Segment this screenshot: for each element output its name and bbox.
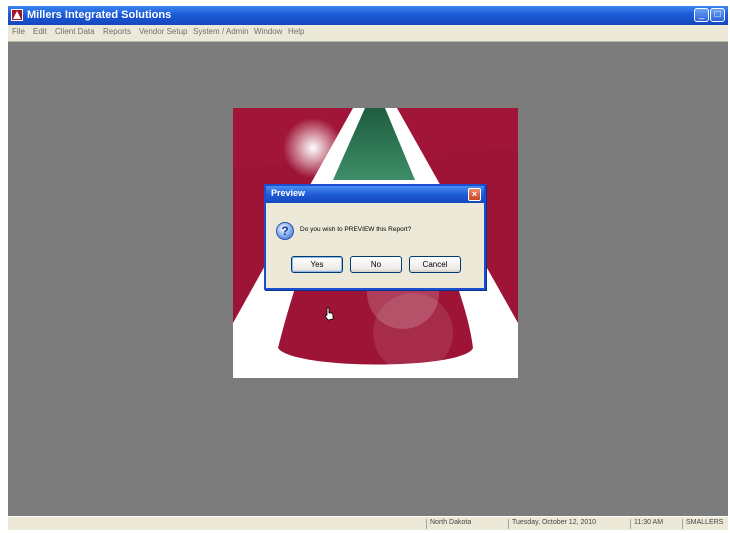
menu-bar: File Edit Client Data Reports Vendor Set… — [8, 25, 728, 42]
menu-edit[interactable]: Edit — [33, 27, 47, 36]
menu-reports[interactable]: Reports — [103, 27, 131, 36]
dialog-message: Do you wish to PREVIEW this Report? — [300, 226, 412, 233]
minimize-button[interactable]: _ — [694, 8, 709, 22]
preview-dialog: Preview × ? Do you wish to PREVIEW this … — [264, 184, 486, 290]
menu-vendor-setup[interactable]: Vendor Setup — [139, 27, 187, 36]
window-title: Millers Integrated Solutions — [27, 9, 172, 21]
yes-button[interactable]: Yes — [291, 256, 343, 273]
title-bar[interactable]: Millers Integrated Solutions _ □ — [8, 6, 728, 25]
hand-cursor-icon — [324, 307, 334, 321]
question-icon: ? — [276, 222, 294, 240]
dialog-title: Preview — [271, 188, 306, 198]
status-date: Tuesday, October 12, 2010 — [508, 519, 626, 529]
menu-client-data[interactable]: Client Data — [55, 27, 95, 36]
menu-help[interactable]: Help — [288, 27, 304, 36]
menu-file[interactable]: File — [12, 27, 25, 36]
app-logo-icon[interactable] — [11, 9, 23, 21]
no-button[interactable]: No — [350, 256, 402, 273]
dialog-close-button[interactable]: × — [468, 188, 481, 201]
cancel-button[interactable]: Cancel — [409, 256, 461, 273]
status-code: SMALLERS — [682, 519, 728, 529]
maximize-button[interactable]: □ — [710, 8, 725, 22]
menu-system-admin[interactable]: System / Admin — [193, 27, 249, 36]
menu-window[interactable]: Window — [254, 27, 282, 36]
status-bar: North Dakota Tuesday, October 12, 2010 1… — [8, 516, 728, 530]
status-state: North Dakota — [426, 519, 506, 529]
status-time: 11:30 AM — [630, 519, 680, 529]
dialog-title-bar[interactable]: Preview × — [266, 186, 484, 203]
app-window: Millers Integrated Solutions _ □ File Ed… — [8, 6, 728, 530]
